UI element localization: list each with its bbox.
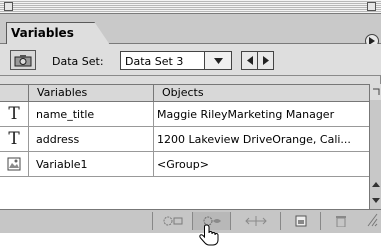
data-set-label: Data Set: xyxy=(52,55,104,68)
tab-variables-label: Variables xyxy=(11,26,74,40)
new-variable-icon[interactable] xyxy=(280,212,320,230)
column-header-variables[interactable]: Variables xyxy=(28,85,153,101)
column-options-icon[interactable] xyxy=(370,84,381,100)
variables-table: Variables Objects T name_title Maggie Ri… xyxy=(0,84,369,209)
close-box-icon[interactable] xyxy=(4,2,13,11)
unbind-variable-icon[interactable] xyxy=(152,212,192,230)
image-variable-icon xyxy=(4,154,24,174)
trash-icon[interactable] xyxy=(320,212,360,230)
scroll-up-arrow-icon[interactable] xyxy=(370,178,381,190)
scroll-down-arrow-icon[interactable] xyxy=(370,194,381,206)
data-set-value: Data Set 3 xyxy=(125,55,184,68)
tab-strip: Variables xyxy=(0,14,381,48)
hand-pointer-icon xyxy=(199,224,219,246)
object-value: 1200 Lakeview DriveOrange, Cali... xyxy=(157,133,351,146)
right-arrow-icon[interactable] xyxy=(257,51,274,70)
vertical-scrollbar[interactable] xyxy=(369,84,381,209)
left-arrow-icon[interactable] xyxy=(241,51,258,70)
variable-name: name_title xyxy=(36,108,95,121)
table-row[interactable]: T name_title Maggie RileyMarketing Manag… xyxy=(0,102,369,127)
make-text-dynamic-icon[interactable] xyxy=(230,212,280,230)
palette-titlebar[interactable] xyxy=(0,0,381,14)
text-variable-icon: T xyxy=(8,104,20,124)
collapse-box-icon[interactable] xyxy=(367,2,376,11)
object-value: <Group> xyxy=(157,158,209,171)
column-divider xyxy=(153,102,154,177)
table-row[interactable]: Variable1 <Group> xyxy=(0,152,369,177)
column-divider xyxy=(28,102,29,177)
column-header-objects[interactable]: Objects xyxy=(153,85,369,101)
data-set-toolbar: Data Set: Data Set 3 xyxy=(0,44,381,76)
variable-name: address xyxy=(36,133,80,146)
table-header: Variables Objects xyxy=(0,85,369,102)
variable-name: Variable1 xyxy=(36,158,88,171)
object-value: Maggie RileyMarketing Manager xyxy=(157,108,335,121)
chevron-down-icon[interactable] xyxy=(204,52,231,69)
variables-palette: Variables Data Set: Data Set 3 Variables… xyxy=(0,0,381,233)
data-set-select[interactable]: Data Set 3 xyxy=(120,51,232,70)
table-row[interactable]: T address 1200 Lakeview DriveOrange, Cal… xyxy=(0,127,369,152)
text-variable-icon: T xyxy=(8,129,20,149)
palette-bottom-bar xyxy=(0,209,381,233)
camera-icon[interactable] xyxy=(10,50,36,70)
resize-grip-icon[interactable] xyxy=(366,212,378,230)
